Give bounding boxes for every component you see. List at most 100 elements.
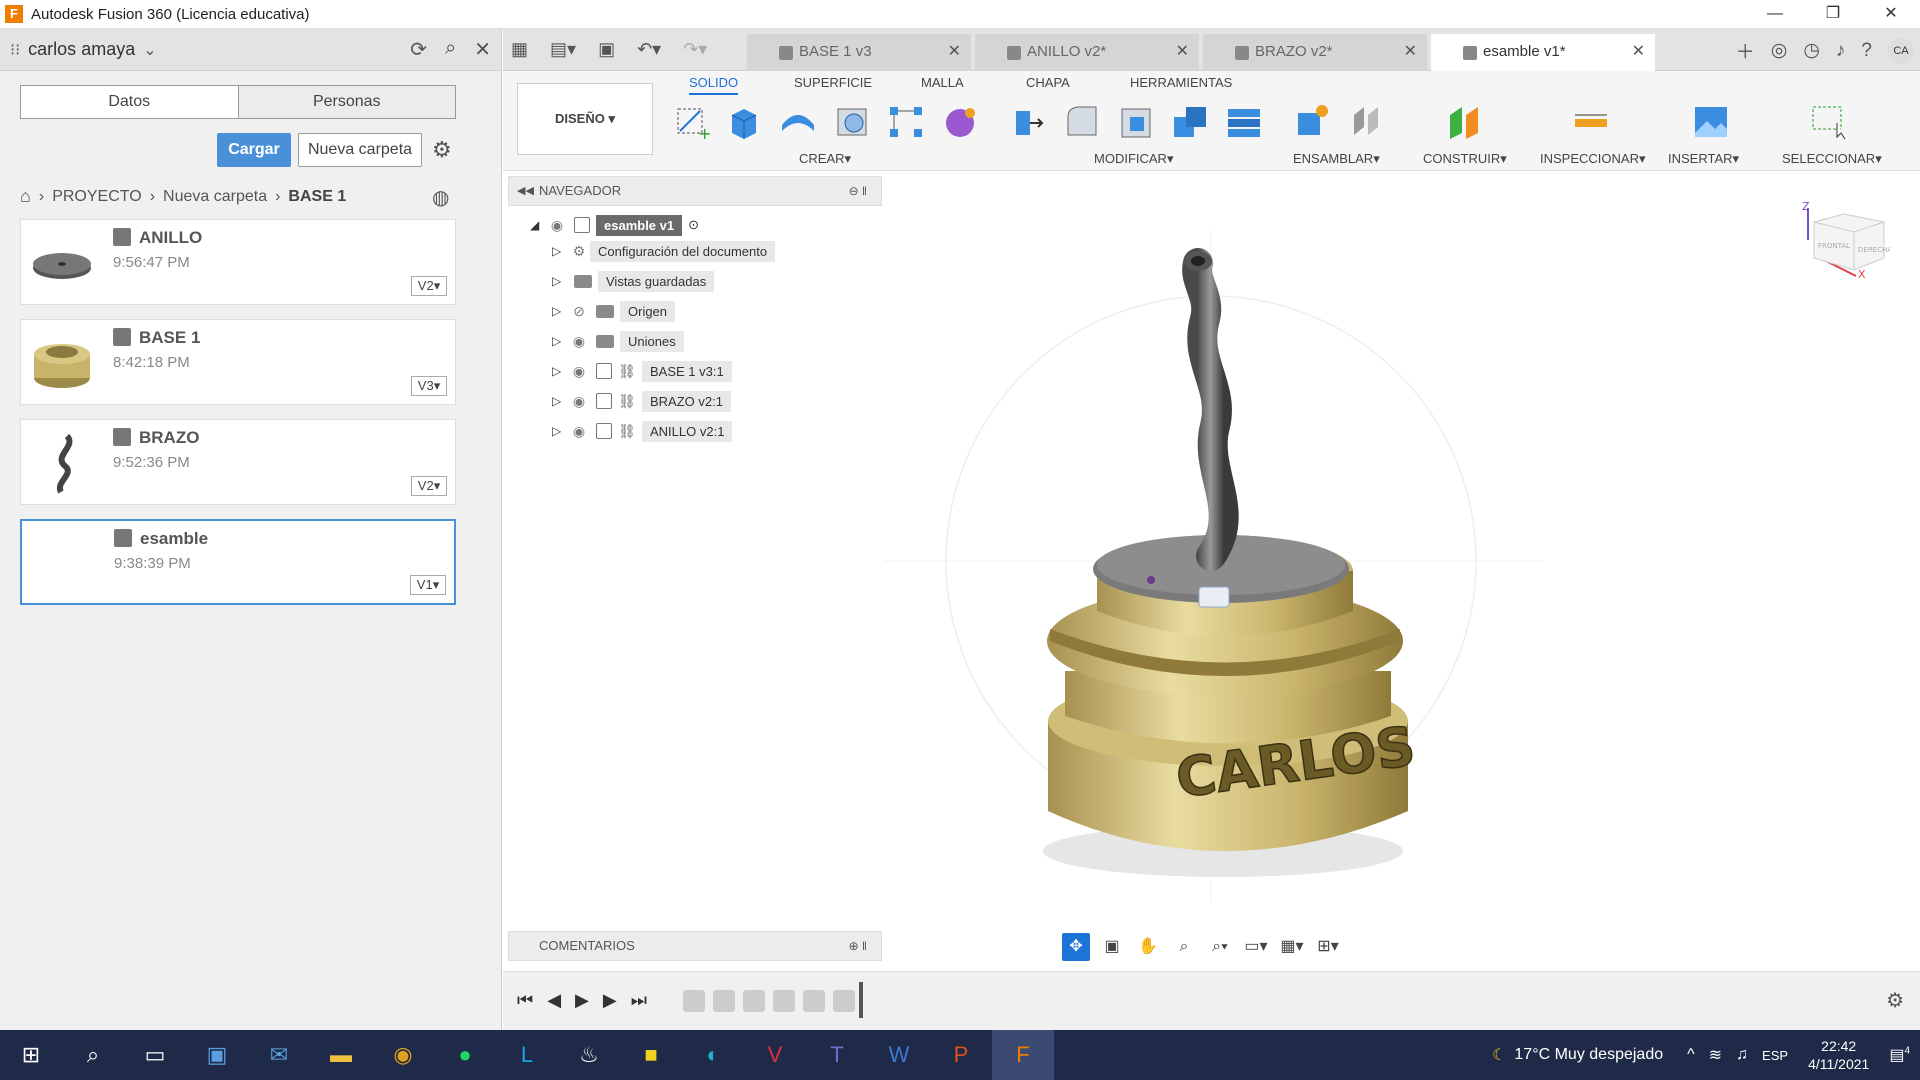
visibility-icon[interactable]: ◉: [568, 363, 590, 380]
group-modificar[interactable]: MODIFICAR▾: [1094, 151, 1173, 167]
visibility-icon[interactable]: ◉: [546, 217, 568, 234]
add-tab-icon[interactable]: ＋: [1736, 37, 1755, 64]
go-to-end-icon[interactable]: ⏭: [631, 990, 647, 1011]
expand-icon[interactable]: ▷: [552, 394, 568, 408]
orbit-icon[interactable]: ✥: [1062, 933, 1090, 961]
expand-icon[interactable]: ▷: [552, 244, 568, 258]
wifi-icon[interactable]: ≋: [1709, 1045, 1722, 1065]
file-card-base1[interactable]: BASE 1 8:42:18 PM V3▾: [20, 319, 456, 405]
offset-plane-icon[interactable]: [1444, 101, 1484, 141]
tab-anillo[interactable]: ANILLO v2* ✕: [975, 34, 1199, 71]
tree-node-settings[interactable]: ▷ ⚙ Configuración del documento: [552, 238, 776, 264]
add-comment-icon[interactable]: ⊕ ‖: [849, 932, 867, 960]
teams-icon[interactable]: T: [806, 1030, 868, 1080]
powerpoint-icon[interactable]: P: [930, 1030, 992, 1080]
close-button[interactable]: ✕: [1862, 0, 1920, 29]
play-icon[interactable]: ▶: [575, 990, 589, 1011]
tab-chapa[interactable]: CHAPA: [1026, 75, 1070, 90]
help-icon[interactable]: ?: [1861, 40, 1872, 62]
tree-root[interactable]: ◢ ◉ esamble v1 ⊙: [530, 212, 699, 238]
tab-brazo[interactable]: BRAZO v2* ✕: [1203, 34, 1427, 71]
tree-node-base1[interactable]: ▷ ◉ ⛓ BASE 1 v3:1: [552, 358, 732, 384]
upload-button[interactable]: Cargar: [217, 133, 291, 167]
tree-node-origin[interactable]: ▷ ⊘ Origen: [552, 298, 676, 324]
edge-icon[interactable]: ◐: [682, 1030, 744, 1080]
group-seleccionar[interactable]: SELECCIONAR▾: [1782, 151, 1882, 167]
go-to-start-icon[interactable]: ⏮: [517, 990, 533, 1011]
split-body-icon[interactable]: [1224, 101, 1264, 141]
tab-base1[interactable]: BASE 1 v3 ✕: [747, 34, 971, 71]
expand-icon[interactable]: ▷: [552, 424, 568, 438]
timeline-feature[interactable]: [803, 990, 825, 1012]
collapse-icon[interactable]: ◀◀: [517, 177, 534, 205]
undo-icon[interactable]: ↶▾: [637, 39, 661, 60]
version-dropdown[interactable]: V2▾: [411, 276, 447, 296]
search-icon[interactable]: ⌕: [62, 1030, 124, 1080]
group-inspeccionar[interactable]: INSPECCIONAR▾: [1540, 151, 1646, 167]
tab-malla[interactable]: MALLA: [921, 75, 964, 90]
shell-icon[interactable]: [1116, 101, 1156, 141]
look-at-icon[interactable]: ▣: [1098, 933, 1126, 961]
tab-esamble[interactable]: esamble v1* ✕: [1431, 34, 1655, 71]
expand-icon[interactable]: ▷: [552, 274, 568, 288]
sticky-notes-icon[interactable]: ■: [620, 1030, 682, 1080]
close-icon[interactable]: ✕: [1632, 34, 1645, 70]
globe-icon[interactable]: ◍: [432, 185, 449, 210]
timeline-marker[interactable]: [859, 982, 863, 1018]
close-icon[interactable]: ✕: [948, 34, 961, 70]
fillet-icon[interactable]: [1062, 101, 1102, 141]
job-status-icon[interactable]: ◷: [1803, 39, 1820, 62]
rectangular-pattern-icon[interactable]: [886, 101, 926, 141]
tab-herramientas[interactable]: HERRAMIENTAS: [1130, 75, 1232, 90]
notification-center-icon[interactable]: ▤4: [1889, 1045, 1910, 1065]
close-icon[interactable]: ✕: [474, 37, 491, 62]
tree-node-brazo[interactable]: ▷ ◉ ⛓ BRAZO v2:1: [552, 388, 731, 414]
chevron-up-icon[interactable]: ^: [1687, 1046, 1695, 1064]
group-construir[interactable]: CONSTRUIR▾: [1423, 151, 1507, 167]
visibility-icon[interactable]: ◉: [568, 393, 590, 410]
measure-icon[interactable]: [1571, 101, 1611, 141]
save-icon[interactable]: ▣: [598, 39, 615, 60]
spotify-icon[interactable]: ●: [434, 1030, 496, 1080]
expand-icon[interactable]: ◢: [530, 218, 546, 232]
search-icon[interactable]: ⌕: [445, 37, 456, 62]
timeline-feature[interactable]: [713, 990, 735, 1012]
viewports-icon[interactable]: ⊞▾: [1314, 933, 1342, 961]
weather-text[interactable]: 17°C Muy despejado: [1514, 1046, 1663, 1064]
fusion-taskbar-icon[interactable]: F: [992, 1030, 1054, 1080]
step-forward-icon[interactable]: ▶: [603, 990, 617, 1011]
chevron-down-icon[interactable]: ⌄: [143, 40, 156, 60]
pan-icon[interactable]: ✋: [1134, 933, 1162, 961]
display-settings-icon[interactable]: ▭▾: [1242, 933, 1270, 961]
valorant-icon[interactable]: V: [744, 1030, 806, 1080]
activate-icon[interactable]: ⊙: [688, 217, 699, 233]
timeline-feature[interactable]: [773, 990, 795, 1012]
visibility-icon[interactable]: ◉: [568, 333, 590, 350]
language-indicator[interactable]: ESP: [1762, 1048, 1788, 1063]
joint-icon[interactable]: [1346, 101, 1386, 141]
extensions-icon[interactable]: ◎: [1771, 39, 1788, 62]
version-dropdown[interactable]: V2▾: [411, 476, 447, 496]
task-view-icon[interactable]: ▭: [124, 1030, 186, 1080]
timeline-feature[interactable]: [743, 990, 765, 1012]
group-crear[interactable]: CREAR▾: [799, 151, 851, 167]
word-icon[interactable]: W: [868, 1030, 930, 1080]
group-ensamblar[interactable]: ENSAMBLAR▾: [1293, 151, 1380, 167]
gear-icon[interactable]: ⚙: [1886, 988, 1904, 1013]
sweep-icon[interactable]: [832, 101, 872, 141]
refresh-icon[interactable]: ⟳: [410, 37, 427, 62]
hidden-eye-icon[interactable]: ⊘: [568, 303, 590, 320]
zoom-icon[interactable]: ⌕: [1170, 933, 1198, 961]
select-icon[interactable]: [1809, 101, 1849, 141]
revolve-icon[interactable]: [778, 101, 818, 141]
tab-solido[interactable]: SOLIDO: [689, 75, 739, 95]
gear-icon[interactable]: ⚙: [432, 137, 452, 163]
clock[interactable]: 22:42 4/11/2021: [1808, 1037, 1869, 1073]
visibility-icon[interactable]: ◉: [568, 423, 590, 440]
close-icon[interactable]: ✕: [1404, 34, 1417, 70]
step-back-icon[interactable]: ◀: [547, 990, 561, 1011]
3d-viewport[interactable]: CARLOS: [503, 171, 1920, 971]
group-insertar[interactable]: INSERTAR▾: [1668, 151, 1739, 167]
breadcrumb-item[interactable]: PROYECTO: [52, 188, 142, 206]
fit-icon[interactable]: ⌕▾: [1206, 933, 1234, 961]
